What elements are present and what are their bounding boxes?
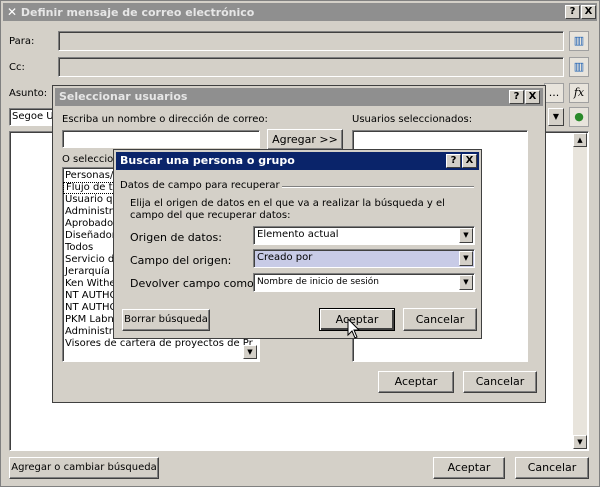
hyperlink-icon[interactable]: ●: [569, 107, 589, 127]
add-user-button[interactable]: Agregar >>: [267, 129, 343, 150]
field-data-group-label: Datos de campo para recuperar: [120, 180, 280, 191]
field-select[interactable]: Creado por ▼: [253, 249, 475, 268]
lookup-dialog: Buscar una persona o grupo ? X Datos de …: [113, 149, 482, 339]
field-label: Campo del origen:: [130, 254, 232, 267]
lookup-cancel-button[interactable]: Cancelar: [403, 308, 477, 331]
main-cancel-button[interactable]: Cancelar: [515, 457, 589, 479]
subject-label: Asunto:: [9, 88, 48, 99]
select-users-title: Seleccionar usuarios: [59, 90, 188, 103]
source-select[interactable]: Elemento actual ▼: [253, 226, 475, 245]
users-list-scroll-down[interactable]: ▼: [243, 345, 257, 359]
clear-lookup-button[interactable]: Borrar búsqueda: [122, 309, 210, 331]
lookup-help-button[interactable]: ?: [446, 154, 461, 168]
lookup-description: Elija el origen de datos en el que va a …: [130, 198, 445, 221]
name-prompt-label: Escriba un nombre o dirección de correo:: [62, 114, 268, 125]
select-users-titlebar: Seleccionar usuarios: [55, 88, 543, 106]
font-dropdown-arrow[interactable]: ▼: [548, 108, 564, 126]
add-change-lookup-button[interactable]: Agregar o cambiar búsqueda: [9, 457, 159, 479]
group-divider: [282, 186, 474, 188]
help-button[interactable]: ?: [565, 5, 580, 19]
to-label: Para:: [9, 36, 35, 47]
list-item[interactable]: Visores de cartera de proyectos de Pr: [63, 338, 259, 350]
return-label: Devolver campo como:: [130, 277, 258, 290]
source-value: Elemento actual: [257, 229, 339, 240]
address-book-icon[interactable]: ▥: [569, 57, 589, 77]
scroll-down-arrow[interactable]: ▼: [573, 435, 587, 449]
close-button[interactable]: X: [581, 5, 596, 19]
lookup-titlebar: Buscar una persona o grupo: [116, 152, 479, 170]
name-input[interactable]: [62, 130, 260, 148]
email-dialog-title: Definir mensaje de correo electrónico: [20, 6, 255, 19]
lookup-close-button[interactable]: X: [462, 154, 477, 168]
source-label: Origen de datos:: [130, 231, 222, 244]
selected-users-label: Usuarios seleccionados:: [352, 114, 473, 125]
main-ok-button[interactable]: Aceptar: [433, 457, 505, 479]
address-book-icon[interactable]: ▥: [569, 31, 589, 51]
app-icon: ✕: [7, 5, 18, 19]
chevron-down-icon[interactable]: ▼: [459, 228, 473, 243]
body-scrollbar[interactable]: ▲ ▼: [573, 133, 587, 449]
lookup-title: Buscar una persona o grupo: [120, 154, 295, 167]
formula-icon[interactable]: fx: [569, 83, 589, 103]
chevron-down-icon[interactable]: ▼: [459, 251, 473, 266]
cc-field[interactable]: [58, 57, 564, 77]
select-users-ok-button[interactable]: Aceptar: [378, 371, 454, 393]
more-button[interactable]: ...: [544, 83, 564, 103]
or-select-label: O seleccion: [62, 154, 120, 165]
scroll-up-arrow[interactable]: ▲: [573, 133, 587, 147]
field-value: Creado por: [257, 252, 313, 263]
select-users-help-button[interactable]: ?: [509, 90, 524, 104]
email-dialog-titlebar: ✕ Definir mensaje de correo electrónico: [3, 3, 597, 21]
to-field[interactable]: [58, 31, 564, 51]
return-select[interactable]: Nombre de inicio de sesión ▼: [253, 273, 475, 292]
mouse-cursor: [347, 317, 361, 340]
font-value: Segoe UI: [12, 111, 57, 122]
cc-label: Cc:: [9, 62, 25, 73]
return-value: Nombre de inicio de sesión: [257, 277, 379, 287]
select-users-cancel-button[interactable]: Cancelar: [463, 371, 537, 393]
select-users-close-button[interactable]: X: [525, 90, 540, 104]
chevron-down-icon[interactable]: ▼: [459, 275, 473, 290]
